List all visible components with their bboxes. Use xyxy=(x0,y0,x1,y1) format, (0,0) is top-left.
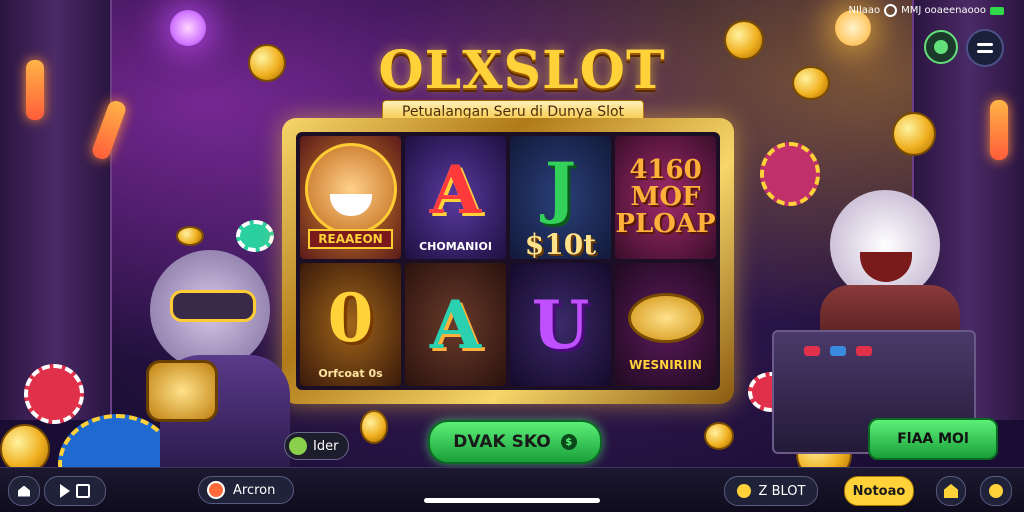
symbol-a-teal: A xyxy=(405,263,506,386)
symbol-u: U xyxy=(510,263,611,386)
status-bar: NIlaao MMJ ooaeenaooo xyxy=(849,4,1004,17)
coin-decoration xyxy=(176,226,204,246)
neon-light-decoration xyxy=(990,100,1008,160)
symbol-label: Orfcoat 0s xyxy=(318,367,383,380)
battery-icon xyxy=(990,6,1004,15)
symbol-glyph: J xyxy=(544,147,577,226)
avatar xyxy=(207,481,225,499)
symbol-coin: WESNIRIIN xyxy=(615,263,716,386)
mini-badge-button[interactable]: Ider xyxy=(284,432,350,460)
mini-badge-label: Ider xyxy=(313,438,339,454)
symbol-zero: 0 Orfcoat 0s xyxy=(300,263,401,386)
console-button-icon xyxy=(830,346,846,356)
symbol-label: CHOMANIOI xyxy=(419,240,492,253)
account-label: Arcron xyxy=(233,482,276,498)
symbol-glyph: A xyxy=(429,150,482,229)
menu-bar-icon xyxy=(977,50,993,53)
home-indicator[interactable] xyxy=(424,498,600,503)
bottom-bar: Arcron Z BLOT Notoao xyxy=(0,467,1024,512)
home-icon xyxy=(18,485,30,497)
gift-button[interactable] xyxy=(980,476,1012,506)
symbol-glyph: A xyxy=(429,285,482,364)
coin-decoration xyxy=(360,410,388,444)
hero-shoulder-plate xyxy=(146,360,218,422)
side-action-button[interactable]: FlAA MOl xyxy=(868,418,998,460)
neon-light-decoration xyxy=(26,60,44,120)
stop-icon xyxy=(76,484,90,498)
gift-icon xyxy=(989,484,1003,498)
reel-2: A CHOMANIOI A xyxy=(405,136,506,386)
console-button-icon xyxy=(804,346,820,356)
coin-decoration xyxy=(724,20,764,60)
coin-decoration xyxy=(892,112,936,156)
side-action-label: FlAA MOl xyxy=(897,431,969,447)
balance-label: Z BLOT xyxy=(758,483,806,499)
casino-chip-decoration xyxy=(24,364,84,424)
spin-button[interactable]: DVAK SKO $ xyxy=(428,420,602,464)
symbol-glyph: U xyxy=(531,285,590,364)
symbol-lion: REAAEON xyxy=(300,136,401,259)
profile-icon[interactable] xyxy=(924,30,958,64)
menu-bar-icon xyxy=(977,43,993,46)
profile-dot-icon xyxy=(934,40,948,54)
reels-grid: REAAEON 0 Orfcoat 0s A CHOMANIOI A J $10… xyxy=(296,132,720,390)
beast-head xyxy=(830,190,940,300)
status-text: NIlaao xyxy=(848,5,881,16)
symbol-label: REAAEON xyxy=(308,229,393,249)
coin-decoration xyxy=(704,422,734,450)
symbol-j: J $10t xyxy=(510,136,611,259)
yellow-action-button[interactable]: Notoao xyxy=(844,476,914,506)
play-icon xyxy=(60,484,70,498)
spin-button-label: DVAK SKO xyxy=(453,432,551,452)
spotlight-decoration xyxy=(170,10,206,46)
medal-icon xyxy=(627,292,704,343)
gem-icon xyxy=(736,484,751,498)
menu-button[interactable] xyxy=(966,29,1004,67)
reel-frame: REAAEON 0 Orfcoat 0s A CHOMANIOI A J $10… xyxy=(282,118,734,404)
badge-icon xyxy=(289,437,307,455)
hero-mask xyxy=(170,290,256,322)
symbol-a-red: A CHOMANIOI xyxy=(405,136,506,259)
coin-decoration xyxy=(248,44,286,82)
coin-decoration xyxy=(792,66,830,100)
yellow-action-label: Notoao xyxy=(852,483,906,499)
signal-icon xyxy=(884,4,898,17)
console-button-icon xyxy=(856,346,872,356)
shop-icon xyxy=(944,484,958,498)
symbol-label: WESNIRIIN xyxy=(629,358,702,372)
home-button[interactable] xyxy=(8,476,40,506)
reel-1: REAAEON 0 Orfcoat 0s xyxy=(300,136,401,386)
symbol-glyph: 0 xyxy=(327,278,374,357)
playback-controls[interactable] xyxy=(44,476,106,506)
carrier-text: MMJ ooaeenaooo xyxy=(901,5,986,16)
casino-chip-decoration xyxy=(236,220,274,252)
reel-3: J $10t U xyxy=(510,136,611,386)
dollar-icon: $ xyxy=(560,434,577,450)
account-button[interactable]: Arcron xyxy=(198,476,294,504)
game-title: OLXSLOT xyxy=(378,40,666,101)
symbol-bonus-text: 4160 MOF PLOAP xyxy=(615,136,716,259)
game-lobby: NIlaao MMJ ooaeenaooo OLXSLOT Petualanga… xyxy=(0,0,1024,512)
reel-4: 4160 MOF PLOAP WESNIRIIN xyxy=(615,136,716,386)
left-pillar-decoration xyxy=(0,0,112,420)
lion-face-icon xyxy=(304,142,397,235)
bonus-text: 4160 MOF PLOAP xyxy=(615,154,716,240)
symbol-label: $10t xyxy=(524,228,597,259)
balance-button[interactable]: Z BLOT xyxy=(724,476,818,506)
shop-button[interactable] xyxy=(936,476,966,506)
